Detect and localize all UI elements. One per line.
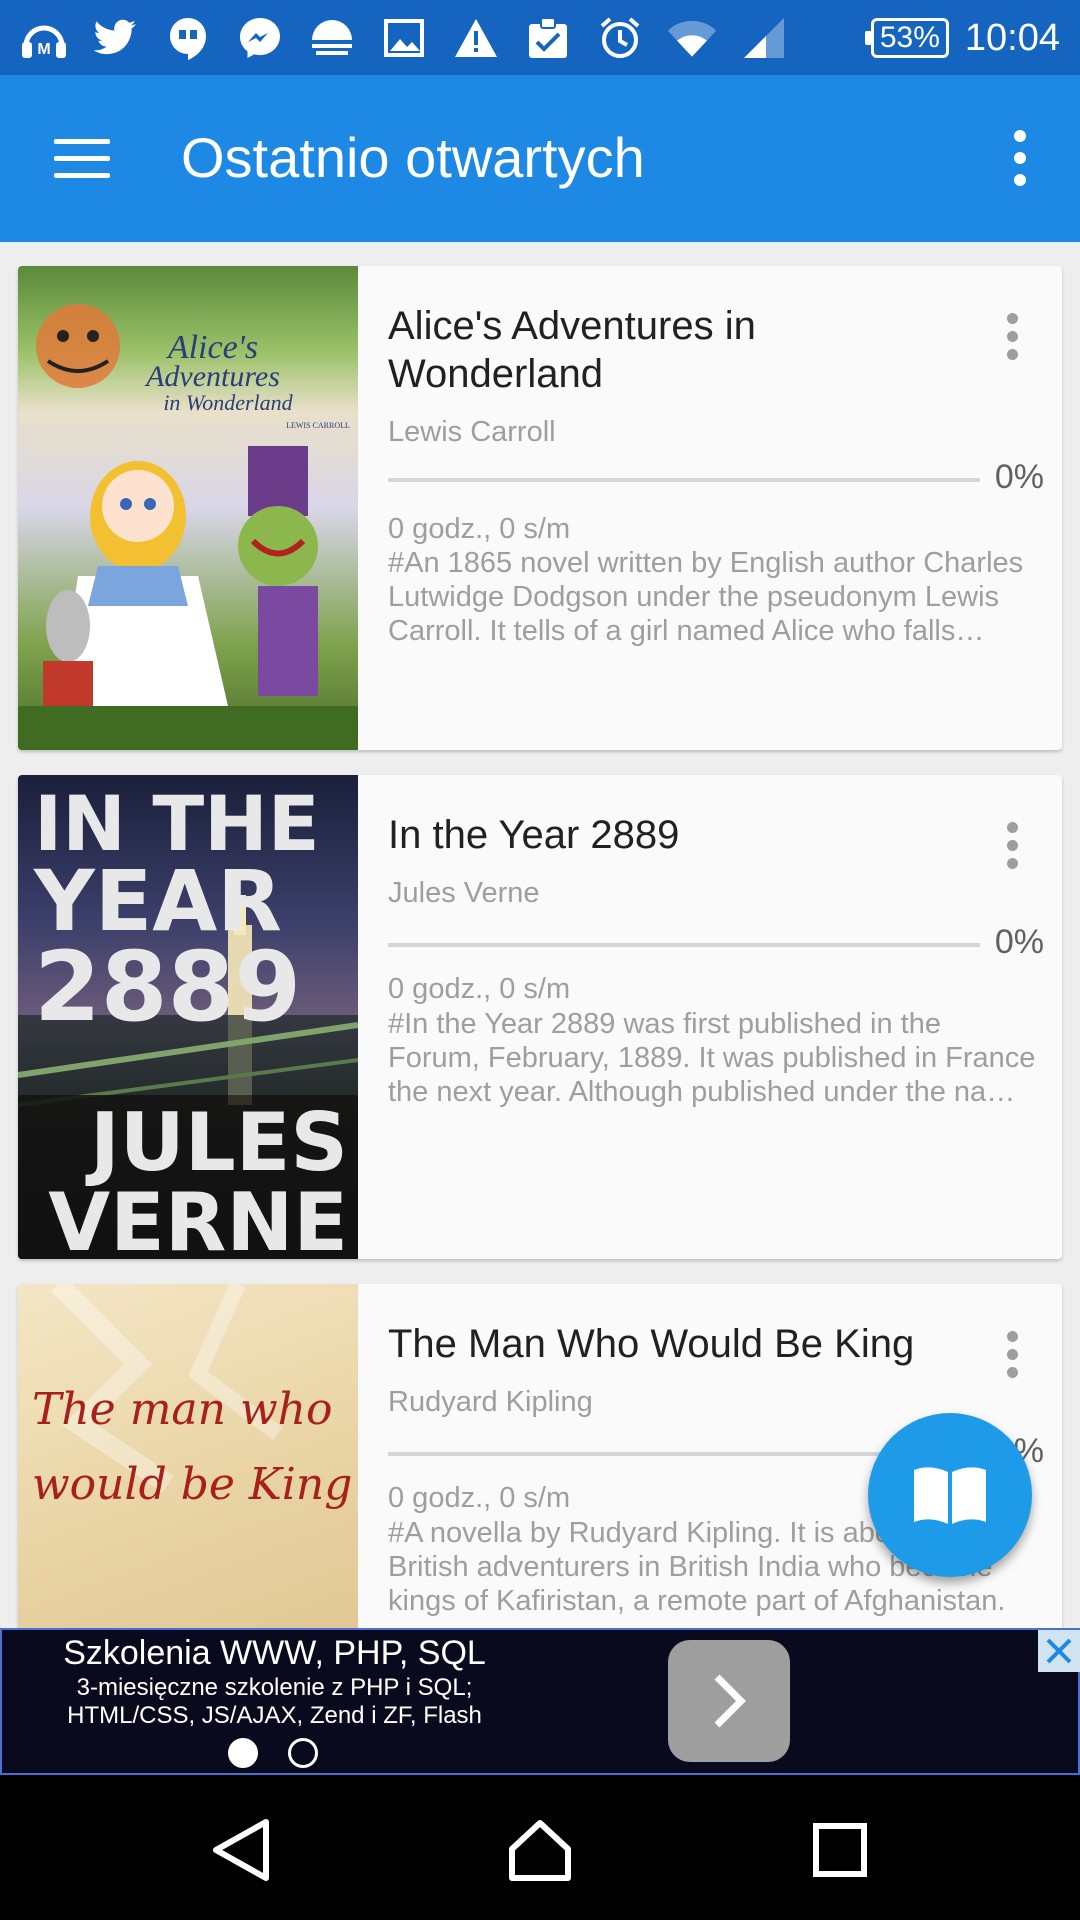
ad-subtitle[interactable]: 3-miesięczne szkolenie z PHP i SQL; HTML…	[2, 1674, 547, 1730]
book-title: Alice's Adventures in Wonderland	[388, 304, 756, 396]
reading-time: 0 godz., 0 s/m	[388, 973, 571, 1005]
book-card-alice[interactable]: Alice's Adventures in Wonderland LEWIS C…	[18, 266, 1062, 750]
svg-text:M: M	[37, 41, 50, 58]
svg-text:Adventures: Adventures	[144, 360, 280, 393]
svg-text:in Wonderland: in Wonderland	[163, 390, 293, 415]
ad-close-button[interactable]	[1038, 1630, 1080, 1672]
book-options-icon[interactable]	[992, 815, 1032, 875]
back-button[interactable]	[196, 1805, 286, 1895]
ad-page-dot[interactable]	[228, 1738, 258, 1768]
ad-subtitle-line: HTML/CSS, JS/AJAX, Zend i ZF, Flash	[67, 1702, 482, 1729]
svg-text:The man who: The man who	[32, 1384, 332, 1435]
ad-page-indicator	[228, 1738, 318, 1768]
warning-icon	[450, 12, 502, 64]
notification-icons: M	[18, 12, 790, 64]
progress-percent: 0%	[994, 923, 1044, 961]
back-triangle-icon	[213, 1819, 269, 1881]
book-description: #In the Year 2889 was first published in…	[388, 1008, 1036, 1108]
book-author: Rudyard Kipling	[388, 1386, 593, 1418]
book-info[interactable]: In the Year 2889 Jules Verne 0% 0 godz.,…	[388, 775, 1062, 1259]
ad-title[interactable]: Szkolenia WWW, PHP, SQL	[2, 1634, 547, 1673]
clock: 10:04	[964, 16, 1060, 59]
book-description: #An 1865 novel written by English author…	[388, 547, 1024, 647]
book-author: Lewis Carroll	[388, 416, 556, 448]
app-bar: Ostatnio otwartych	[0, 75, 1080, 242]
twitter-icon	[90, 12, 142, 64]
ad-page-dot[interactable]	[288, 1738, 318, 1768]
recent-apps-square-icon	[813, 1823, 867, 1877]
hamburger-menu-icon[interactable]	[40, 125, 124, 191]
page-title: Ostatnio otwartych	[181, 126, 645, 189]
book-card-year-2889[interactable]: IN THE YEAR 2889 JULES VERNE In the Year…	[18, 775, 1062, 1259]
book-options-icon[interactable]	[992, 306, 1032, 366]
close-icon	[1046, 1638, 1072, 1664]
reading-progress-bar	[388, 943, 980, 947]
open-book-icon	[914, 1467, 986, 1524]
headphones-m-icon: M	[18, 12, 70, 64]
chevron-right-icon	[714, 1674, 746, 1728]
book-options-icon[interactable]	[992, 1324, 1032, 1384]
overflow-menu-icon[interactable]	[990, 120, 1050, 196]
svg-text:LEWIS CARROLL: LEWIS CARROLL	[286, 421, 350, 430]
reading-time: 0 godz., 0 s/m	[388, 513, 571, 545]
book-title: The Man Who Would Be King	[388, 1322, 915, 1366]
system-navigation-bar	[0, 1775, 1080, 1920]
book-info[interactable]: Alice's Adventures in Wonderland Lewis C…	[388, 266, 1062, 750]
svg-text:VERNE: VERNE	[48, 1176, 348, 1259]
signal-icon	[738, 12, 790, 64]
reading-time: 0 godz., 0 s/m	[388, 1482, 571, 1514]
image-icon	[378, 12, 430, 64]
recent-apps-button[interactable]	[795, 1805, 885, 1895]
ad-banner[interactable]: Szkolenia WWW, PHP, SQL 3-miesięczne szk…	[0, 1628, 1080, 1775]
book-cover-man-who-would-be-king[interactable]: The man who would be King	[18, 1284, 358, 1628]
book-cover-alice[interactable]: Alice's Adventures in Wonderland LEWIS C…	[18, 266, 358, 750]
wifi-icon	[666, 12, 718, 64]
open-book-fab[interactable]	[868, 1413, 1032, 1577]
home-button[interactable]	[495, 1805, 585, 1895]
battery-indicator: 53%	[864, 18, 949, 58]
book-title: In the Year 2889	[388, 813, 680, 857]
book-cover-year-2889[interactable]: IN THE YEAR 2889 JULES VERNE	[18, 775, 358, 1259]
weather-icon	[306, 12, 358, 64]
reading-progress-bar	[388, 478, 980, 482]
ad-subtitle-line: 3-miesięczne szkolenie z PHP i SQL;	[76, 1674, 473, 1701]
messenger-icon	[234, 12, 286, 64]
hangouts-icon	[162, 12, 214, 64]
alarm-icon	[594, 12, 646, 64]
svg-text:2889: 2889	[34, 931, 301, 1043]
svg-text:would be King: would be King	[32, 1459, 352, 1510]
home-icon	[509, 1820, 571, 1881]
book-author: Jules Verne	[388, 877, 540, 909]
progress-percent: 0%	[994, 458, 1044, 496]
status-bar: M 53% 10:04	[0, 0, 1080, 75]
ad-next-button[interactable]	[668, 1640, 790, 1762]
clipboard-check-icon	[522, 12, 574, 64]
